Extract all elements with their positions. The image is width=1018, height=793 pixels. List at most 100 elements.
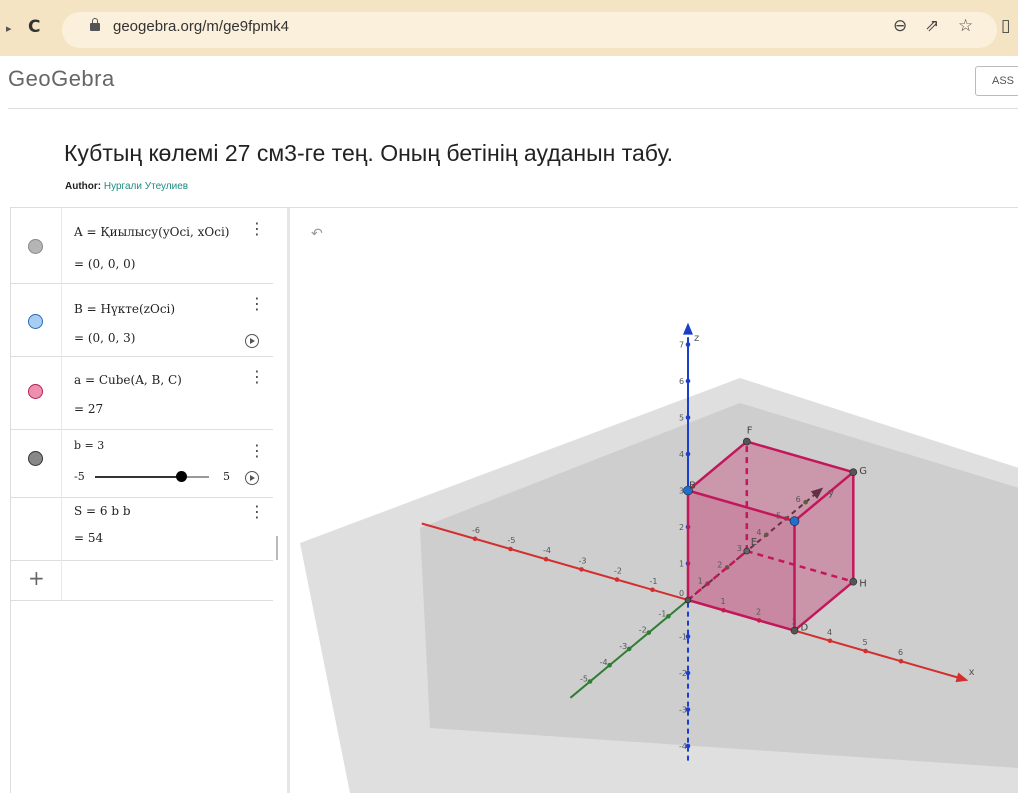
x-tick-label: -5: [508, 536, 516, 545]
graphics-3d-view[interactable]: -6 -5 -4 -3 -2 -1 1 2 3 4 5 6 -5 -4 -3 -2 -1 1 2 3 4 5 6 7 6 5 4 3 2…: [290, 208, 1018, 793]
x-tick-label: 6: [898, 648, 903, 657]
definition-text[interactable]: b = 3: [74, 439, 104, 452]
input-row[interactable]: +: [11, 560, 273, 601]
point-E: [743, 547, 751, 555]
y-tick-label: 6: [796, 495, 801, 504]
x-tick-label: -1: [650, 577, 658, 586]
zoom-icon[interactable]: ⊖: [893, 16, 907, 36]
geogebra-logo[interactable]: GeoGebra: [8, 66, 115, 92]
y-axis-label: y: [828, 488, 834, 499]
point-label-D: D: [801, 623, 809, 634]
author-label: Author:: [65, 181, 102, 192]
slider-min-label: -5: [74, 470, 85, 483]
header-divider: [8, 108, 1018, 109]
z-tick-label: 3: [679, 487, 684, 496]
x-tick-label: 3: [792, 618, 797, 627]
more-options-icon[interactable]: ⋮: [249, 369, 265, 385]
geogebra-applet: A = Қиылысу(yOci, xOci) = (0, 0, 0) ⋮ B …: [10, 207, 1018, 793]
algebra-row-A[interactable]: A = Қиылысу(yOci, xOci) = (0, 0, 0) ⋮: [11, 208, 273, 284]
x-tick-label: -4: [543, 546, 551, 555]
x-tick: [863, 648, 868, 654]
point-D: [790, 626, 799, 635]
value-text: = (0, 0, 3): [74, 331, 136, 345]
lock-icon[interactable]: [90, 18, 100, 31]
point-label-G: G: [859, 466, 867, 477]
more-options-icon[interactable]: ⋮: [249, 221, 265, 237]
sidebar-icon[interactable]: ▯: [1001, 16, 1010, 36]
z-tick-label: 6: [679, 377, 684, 386]
back-arrow-icon[interactable]: ▸: [6, 22, 12, 35]
definition-text[interactable]: a = Cube(A, B, C): [74, 373, 182, 387]
value-text: = 27: [74, 402, 104, 416]
author-line: Author: Нургали Утеулиев: [65, 181, 188, 192]
share-icon[interactable]: ⇗: [925, 16, 939, 36]
value-text: = 54: [74, 531, 104, 545]
z-axis-label: z: [694, 333, 699, 344]
x-tick: [650, 587, 655, 593]
y-tick: [666, 614, 671, 619]
definition-text[interactable]: S = 6 b b: [74, 504, 131, 518]
y-tick: [607, 662, 612, 668]
visibility-marble-icon[interactable]: [28, 239, 43, 254]
more-options-icon[interactable]: ⋮: [249, 296, 265, 312]
x-tick: [579, 567, 584, 572]
scrollbar[interactable]: [276, 536, 278, 560]
y-tick-label: 1: [698, 577, 703, 586]
browser-toolbar: ▸ C geogebra.org/m/ge9fpmk4 ⊖ ⇗ ☆ ▯: [0, 0, 1018, 56]
x-tick: [543, 556, 549, 562]
reload-icon[interactable]: C: [28, 17, 40, 37]
x-tick-label: -2: [614, 567, 622, 576]
x-tick: [827, 638, 833, 644]
y-tick: [587, 679, 593, 684]
marble-column: [11, 497, 62, 560]
slider-fill: [95, 476, 185, 478]
visibility-marble-icon[interactable]: [28, 314, 43, 329]
definition-text[interactable]: A = Қиылысу(yOci, xOci): [74, 225, 229, 239]
algebra-row-a[interactable]: a = Cube(A, B, C) = 27 ⋮: [11, 356, 273, 430]
z-tick-label: -4: [679, 742, 687, 751]
y-tick-label: 2: [717, 560, 722, 569]
point-H: [849, 577, 858, 586]
x-tick-label: -6: [472, 526, 480, 535]
value-text: = (0, 0, 0): [74, 257, 136, 271]
z-tick-label: -3: [679, 706, 687, 715]
point-label-E: E: [751, 537, 757, 548]
z-axis-arrow: [683, 322, 693, 335]
visibility-marble-icon[interactable]: [28, 451, 43, 466]
more-options-icon[interactable]: ⋮: [249, 504, 265, 520]
algebra-row-b-slider[interactable]: b = 3 -5 5 ⋮: [11, 429, 273, 498]
assign-button[interactable]: ASS: [975, 66, 1018, 96]
add-icon[interactable]: +: [28, 566, 45, 590]
z-tick-label: -2: [679, 669, 687, 678]
x-tick-label: 2: [756, 607, 761, 616]
x-tick-label: 4: [827, 628, 832, 637]
more-options-icon[interactable]: ⋮: [249, 443, 265, 459]
play-icon[interactable]: [245, 471, 259, 485]
author-link[interactable]: Нургали Утеулиев: [104, 181, 188, 192]
play-icon[interactable]: [245, 334, 259, 348]
z-tick-label: 4: [679, 450, 684, 459]
z-tick-label: 2: [679, 523, 684, 532]
visibility-marble-icon[interactable]: [28, 384, 43, 399]
y-tick-label: -3: [619, 642, 627, 651]
y-tick-label: -5: [580, 675, 588, 684]
x-tick: [614, 577, 620, 582]
slider-handle[interactable]: [176, 471, 187, 482]
y-tick-label: -2: [639, 626, 647, 635]
slider-max-label: 5: [223, 470, 230, 483]
algebra-row-B[interactable]: B = Нүкте(zOci) = (0, 0, 3) ⋮: [11, 283, 273, 357]
algebra-row-S[interactable]: S = 6 b b = 54 ⋮: [11, 497, 273, 561]
y-tick: [646, 630, 652, 635]
y-tick-label: 3: [737, 544, 742, 553]
z-tick-label: 7: [679, 341, 684, 350]
x-tick: [472, 536, 478, 542]
z-tick: [685, 342, 691, 347]
url-text[interactable]: geogebra.org/m/ge9fpmk4: [113, 18, 289, 35]
y-tick-label: -4: [600, 658, 608, 667]
z-tick: [685, 415, 691, 420]
bookmark-star-icon[interactable]: ☆: [958, 16, 973, 36]
x-axis-label: x: [969, 667, 975, 678]
page-title: Кубтың көлемі 27 см3-ге тең. Оның бетіні…: [64, 140, 674, 166]
y-tick: [626, 646, 632, 652]
definition-text[interactable]: B = Нүкте(zOci): [74, 302, 175, 316]
